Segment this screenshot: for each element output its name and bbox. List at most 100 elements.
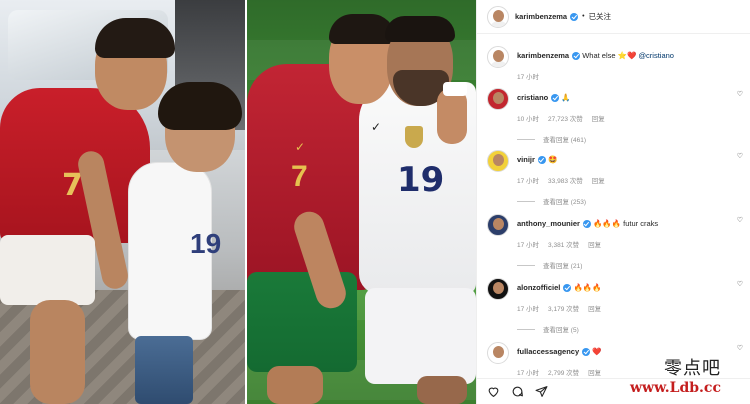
commenter-avatar[interactable]	[487, 150, 509, 172]
view-replies-text[interactable]: 查看回复 (21)	[543, 260, 582, 270]
post-header: karimbenzema • 已关注	[477, 0, 750, 34]
replies-line	[517, 328, 535, 330]
commenter-username[interactable]: cristiano	[517, 93, 548, 102]
caption-mention[interactable]: @cristiano	[638, 51, 674, 60]
watermark-url: www.Ldb.cc	[630, 380, 721, 396]
share-icon[interactable]	[534, 385, 548, 399]
kid1-leg	[30, 300, 85, 404]
caption-text: karimbenzema What else ⭐❤️ @cristiano	[517, 51, 674, 61]
commenter-username[interactable]: anthony_mounier	[517, 219, 580, 228]
follow-status[interactable]: 已关注	[589, 11, 612, 22]
comment-like-icon[interactable]: ♡	[737, 216, 743, 224]
comment-item: cristiano 🙏 ♡ 10 小时 27,723 次赞 回复 查看回复 (4…	[487, 88, 743, 144]
comment-time: 17 小时	[517, 370, 540, 377]
comment-time: 10 小时	[517, 116, 540, 123]
comment-item: anthony_mounier 🔥🔥🔥 futur craks ♡ 17 小时 …	[487, 214, 743, 270]
nike-logo-icon: ✓	[371, 120, 382, 134]
verified-icon	[570, 12, 579, 21]
comment-text: anthony_mounier 🔥🔥🔥 futur craks	[517, 219, 658, 229]
comment-likes[interactable]: 33,983 次赞	[548, 175, 583, 185]
comment-like-icon[interactable]: ♡	[737, 152, 743, 160]
comment-time: 17 小时	[517, 242, 540, 249]
verified-icon	[551, 94, 560, 103]
kid2-jeans	[135, 336, 193, 404]
hand-on-shoulder	[437, 88, 467, 144]
caption-meta: 17 小时	[517, 71, 743, 81]
replies-line	[517, 264, 535, 266]
caption-avatar[interactable]	[487, 46, 509, 68]
portugal-shirt-number: 7	[291, 160, 308, 193]
france-leg	[417, 376, 467, 404]
comment-body: 🔥🔥🔥	[573, 283, 602, 292]
caption-time: 17 小时	[517, 74, 540, 81]
commenter-username[interactable]: vinijr	[517, 155, 535, 164]
comment-likes[interactable]: 3,179 次赞	[548, 303, 579, 313]
comment-time: 17 小时	[517, 178, 540, 185]
comment-meta: 10 小时 27,723 次赞 回复	[517, 113, 743, 123]
comment-reply-button[interactable]: 回复	[592, 113, 605, 123]
comment-time: 17 小时	[517, 306, 540, 313]
view-replies-text[interactable]: 查看回复 (461)	[543, 134, 586, 144]
comment-like-icon[interactable]: ♡	[737, 344, 743, 352]
comment-body: 🔥🔥🔥 futur craks	[593, 219, 659, 228]
author-avatar[interactable]	[487, 5, 509, 28]
commenter-avatar[interactable]	[487, 342, 509, 364]
comment-meta: 17 小时 3,381 次赞 回复	[517, 239, 743, 249]
comment-body: 🤩	[548, 155, 558, 164]
comment-meta: 17 小时 3,179 次赞 回复	[517, 303, 743, 313]
replies-line	[517, 138, 535, 140]
comment-text: alonzofficiel 🔥🔥🔥	[517, 283, 601, 293]
portugal-leg	[267, 366, 323, 404]
comment-reply-button[interactable]: 回复	[592, 175, 605, 185]
comment-reply-button[interactable]: 回复	[588, 239, 601, 249]
comment-body: 🙏	[561, 93, 571, 102]
comment-reply-button[interactable]: 回复	[588, 303, 601, 313]
comment-like-icon[interactable]: ♡	[737, 90, 743, 98]
separator-dot: •	[582, 13, 585, 20]
verified-icon	[537, 156, 546, 165]
comment-reply-button[interactable]: 回复	[588, 367, 601, 377]
avatar-face	[493, 346, 504, 358]
post-caption: karimbenzema What else ⭐❤️ @cristiano 17…	[487, 46, 743, 81]
view-replies-text[interactable]: 查看回复 (5)	[543, 324, 579, 334]
comment-likes[interactable]: 2,799 次赞	[548, 367, 579, 377]
verified-icon	[582, 348, 591, 357]
heart-icon[interactable]	[486, 385, 500, 399]
avatar-face	[493, 9, 504, 22]
kid2-hair	[158, 82, 242, 130]
commenter-avatar[interactable]	[487, 88, 509, 110]
comment-item: vinijr 🤩 ♡ 17 小时 33,983 次赞 回复 查看回复 (253)	[487, 150, 743, 206]
verified-icon	[582, 220, 591, 229]
comment-text: fullaccessagency ❤️	[517, 347, 602, 357]
france-player-hair	[385, 16, 455, 42]
commenter-avatar[interactable]	[487, 214, 509, 236]
comment-body: ❤️	[592, 347, 602, 356]
commenter-avatar[interactable]	[487, 278, 509, 300]
view-replies-link[interactable]: 查看回复 (253)	[517, 196, 743, 206]
comment-text: cristiano 🙏	[517, 93, 571, 103]
wristband	[443, 82, 467, 96]
avatar-body	[490, 61, 508, 67]
players-photo: 7 ✓ ✓ 19	[247, 0, 476, 404]
avatar-face	[493, 218, 504, 230]
view-replies-link[interactable]: 查看回复 (5)	[517, 324, 743, 334]
replies-line	[517, 200, 535, 202]
commenter-username[interactable]: alonzofficiel	[517, 283, 560, 292]
avatar-face	[493, 50, 504, 62]
comment-likes[interactable]: 3,381 次赞	[548, 239, 579, 249]
view-replies-link[interactable]: 查看回复 (461)	[517, 134, 743, 144]
nike-logo-icon: ✓	[295, 140, 306, 154]
avatar-body	[490, 20, 508, 27]
commenter-username[interactable]: fullaccessagency	[517, 347, 579, 356]
view-replies-text[interactable]: 查看回复 (253)	[543, 196, 586, 206]
caption-body: What else	[582, 51, 616, 60]
author-username[interactable]: karimbenzema	[515, 12, 567, 21]
comment-likes[interactable]: 27,723 次赞	[548, 113, 583, 123]
caption-emoji: ⭐❤️	[617, 51, 637, 60]
france-badge-icon	[405, 126, 423, 148]
verified-icon	[563, 284, 572, 293]
comment-icon[interactable]	[510, 385, 524, 399]
caption-username[interactable]: karimbenzema	[517, 51, 569, 60]
comment-like-icon[interactable]: ♡	[737, 280, 743, 288]
view-replies-link[interactable]: 查看回复 (21)	[517, 260, 743, 270]
